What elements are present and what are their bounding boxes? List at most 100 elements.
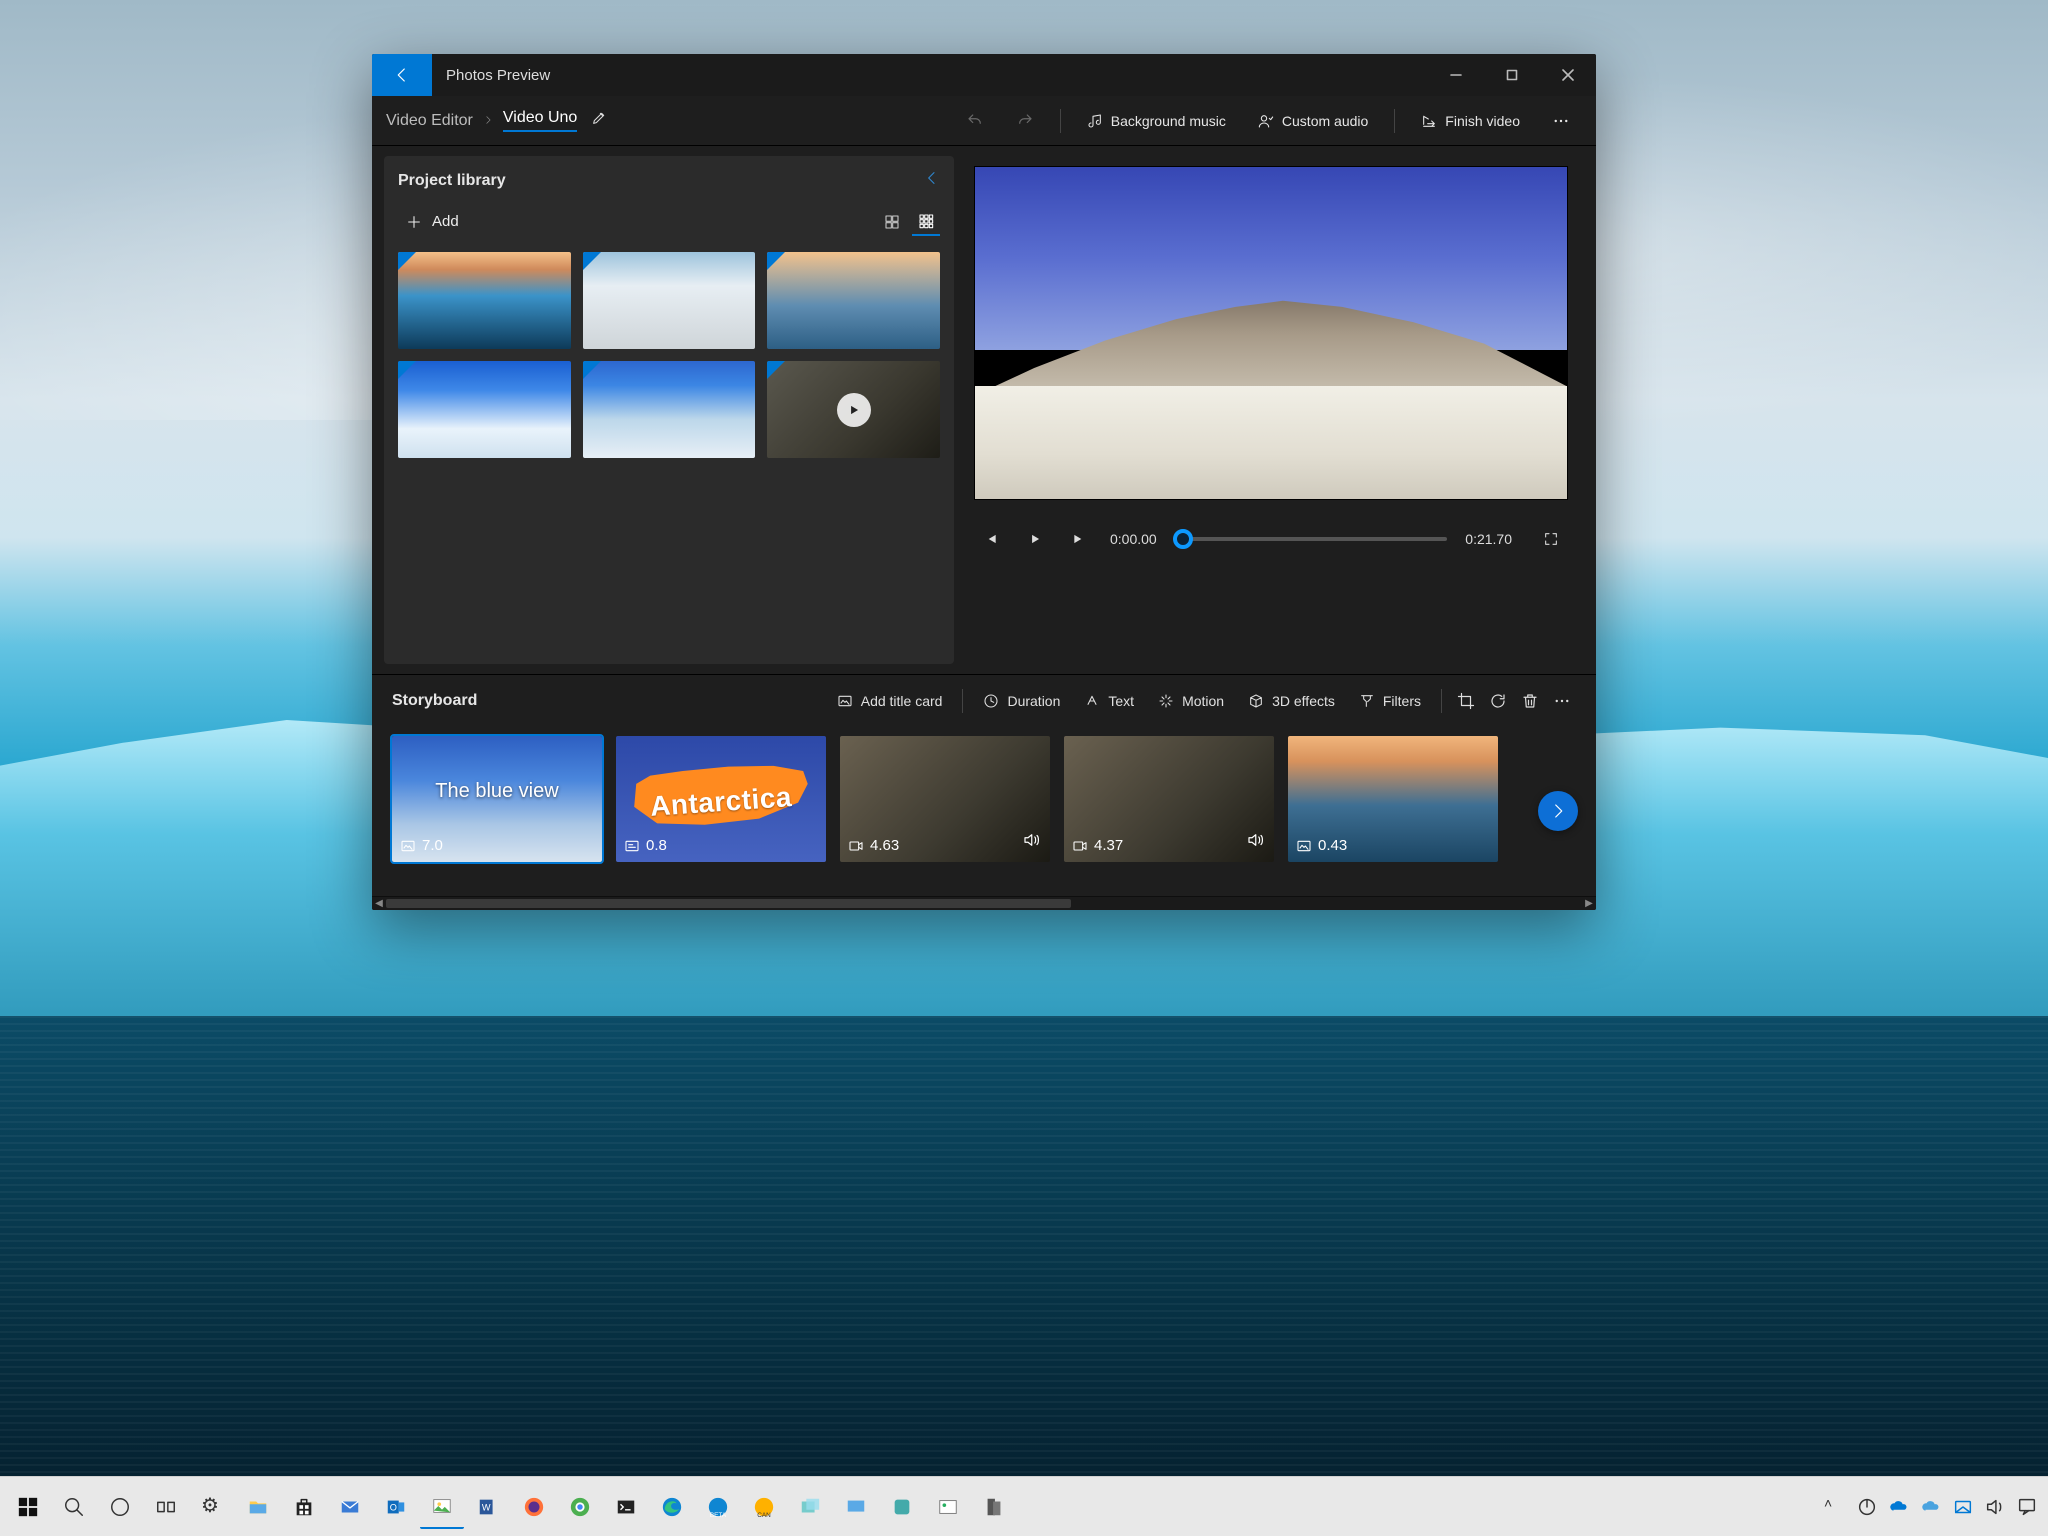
separator — [1060, 109, 1061, 133]
library-item[interactable] — [767, 361, 940, 458]
taskbar-app-explorer[interactable] — [236, 1485, 280, 1529]
taskbar-app-chrome[interactable] — [558, 1485, 602, 1529]
seek-slider[interactable] — [1175, 537, 1448, 541]
storyboard-strip[interactable]: The blue view 7.0 Antarctica 0.8 4.63 — [372, 726, 1596, 896]
taskbar-app-terminal[interactable] — [604, 1485, 648, 1529]
tray-volume-icon[interactable] — [1980, 1485, 2010, 1529]
next-frame-button[interactable] — [1066, 526, 1092, 552]
back-button[interactable] — [372, 54, 432, 96]
project-library-title: Project library — [398, 172, 506, 190]
taskbar-app-photos[interactable] — [420, 1485, 464, 1529]
desktop: Photos Preview Video Editor Video Uno — [0, 0, 2048, 1536]
scroll-right-button[interactable] — [1538, 791, 1578, 831]
tray-weather-icon[interactable] — [1916, 1485, 1946, 1529]
task-view-button[interactable] — [144, 1485, 188, 1529]
scrollbar-right-arrow[interactable]: ▶ — [1582, 897, 1596, 910]
storyboard-more-button[interactable] — [1548, 687, 1576, 715]
close-button[interactable] — [1540, 54, 1596, 96]
add-media-button[interactable]: Add — [398, 207, 467, 236]
undo-button[interactable] — [954, 104, 996, 138]
scrollbar-thumb[interactable] — [386, 899, 1071, 908]
tray-action-center-icon[interactable] — [2012, 1485, 2042, 1529]
scrollbar-left-arrow[interactable]: ◀ — [372, 897, 386, 910]
background-music-button[interactable]: Background music — [1075, 105, 1238, 137]
storyboard-clip[interactable]: Antarctica 0.8 — [616, 736, 826, 862]
tray-power-icon[interactable] — [1852, 1485, 1882, 1529]
taskbar-app-edge-canary[interactable]: CAN — [742, 1485, 786, 1529]
crop-button[interactable] — [1452, 687, 1480, 715]
3d-effects-button[interactable]: 3D effects — [1238, 685, 1345, 717]
grid-small-view-button[interactable] — [912, 208, 940, 236]
video-preview[interactable] — [974, 166, 1568, 500]
filters-button[interactable]: Filters — [1349, 685, 1431, 717]
taskbar-app-generic-4[interactable] — [926, 1485, 970, 1529]
prev-frame-button[interactable] — [978, 526, 1004, 552]
add-title-card-label: Add title card — [861, 693, 943, 709]
taskbar-app-store[interactable] — [282, 1485, 326, 1529]
motion-button[interactable]: Motion — [1148, 685, 1234, 717]
breadcrumb-root[interactable]: Video Editor — [386, 112, 473, 130]
redo-button[interactable] — [1004, 104, 1046, 138]
library-item[interactable] — [583, 252, 756, 349]
total-time: 0:21.70 — [1465, 531, 1512, 547]
maximize-button[interactable] — [1484, 54, 1540, 96]
start-button[interactable] — [6, 1485, 50, 1529]
taskbar-app-edge[interactable] — [650, 1485, 694, 1529]
delete-button[interactable] — [1516, 687, 1544, 715]
breadcrumb-current[interactable]: Video Uno — [503, 109, 577, 132]
library-item[interactable] — [583, 361, 756, 458]
storyboard-toolbar: Storyboard Add title card Duration Text — [372, 674, 1596, 726]
collapse-library-button[interactable] — [924, 170, 940, 191]
duration-button[interactable]: Duration — [973, 685, 1070, 717]
taskbar[interactable]: ⚙ O W — [0, 1476, 2048, 1536]
storyboard-scrollbar[interactable]: ◀ ▶ — [372, 896, 1596, 910]
taskbar-app-word[interactable]: W — [466, 1485, 510, 1529]
clip-duration: 7.0 — [422, 837, 443, 854]
taskbar-app-generic-3[interactable] — [880, 1485, 924, 1529]
window-title: Photos Preview — [446, 67, 550, 84]
rename-button[interactable] — [591, 110, 607, 131]
taskbar-app-mail[interactable] — [328, 1485, 372, 1529]
more-button[interactable] — [1540, 104, 1582, 138]
separator — [1441, 689, 1442, 713]
rotate-button[interactable] — [1484, 687, 1512, 715]
finish-video-button[interactable]: Finish video — [1409, 105, 1532, 137]
fullscreen-button[interactable] — [1538, 526, 1564, 552]
titlebar[interactable]: Photos Preview — [372, 54, 1596, 96]
grid-large-view-button[interactable] — [878, 208, 906, 236]
taskbar-app-generic-2[interactable] — [834, 1485, 878, 1529]
storyboard-clip[interactable]: 4.63 — [840, 736, 1050, 862]
add-title-card-button[interactable]: Add title card — [827, 685, 953, 717]
image-icon — [400, 838, 416, 854]
image-icon — [1296, 838, 1312, 854]
custom-audio-button[interactable]: Custom audio — [1246, 105, 1380, 137]
minimize-button[interactable] — [1428, 54, 1484, 96]
used-indicator-icon — [398, 252, 416, 270]
project-library-panel: Project library Add — [384, 156, 954, 664]
search-button[interactable] — [52, 1485, 96, 1529]
play-button[interactable] — [1022, 526, 1048, 552]
used-indicator-icon — [767, 252, 785, 270]
preview-panel: 0:00.00 0:21.70 — [954, 146, 1596, 674]
storyboard-clip[interactable]: 0.43 — [1288, 736, 1498, 862]
tray-sync-icon[interactable] — [1948, 1485, 1978, 1529]
seek-knob[interactable] — [1173, 529, 1193, 549]
cortana-button[interactable] — [98, 1485, 142, 1529]
library-item[interactable] — [398, 361, 571, 458]
library-item[interactable] — [398, 252, 571, 349]
taskbar-app-outlook[interactable]: O — [374, 1485, 418, 1529]
storyboard-clip[interactable]: The blue view 7.0 — [392, 736, 602, 862]
tray-overflow-button[interactable]: ˄ — [1820, 1485, 1850, 1529]
taskbar-app-generic-1[interactable] — [788, 1485, 832, 1529]
content-area: Project library Add — [372, 146, 1596, 674]
text-button[interactable]: Text — [1074, 685, 1144, 717]
library-item[interactable] — [767, 252, 940, 349]
storyboard-clip[interactable]: 4.37 — [1064, 736, 1274, 862]
separator — [1394, 109, 1395, 133]
tray-onedrive-icon[interactable] — [1884, 1485, 1914, 1529]
taskbar-app-settings[interactable]: ⚙ — [190, 1485, 234, 1529]
svg-text:CAN: CAN — [757, 1512, 771, 1518]
taskbar-app-edge-beta[interactable]: BETA — [696, 1485, 740, 1529]
taskbar-app-firefox[interactable] — [512, 1485, 556, 1529]
taskbar-app-generic-5[interactable] — [972, 1485, 1016, 1529]
